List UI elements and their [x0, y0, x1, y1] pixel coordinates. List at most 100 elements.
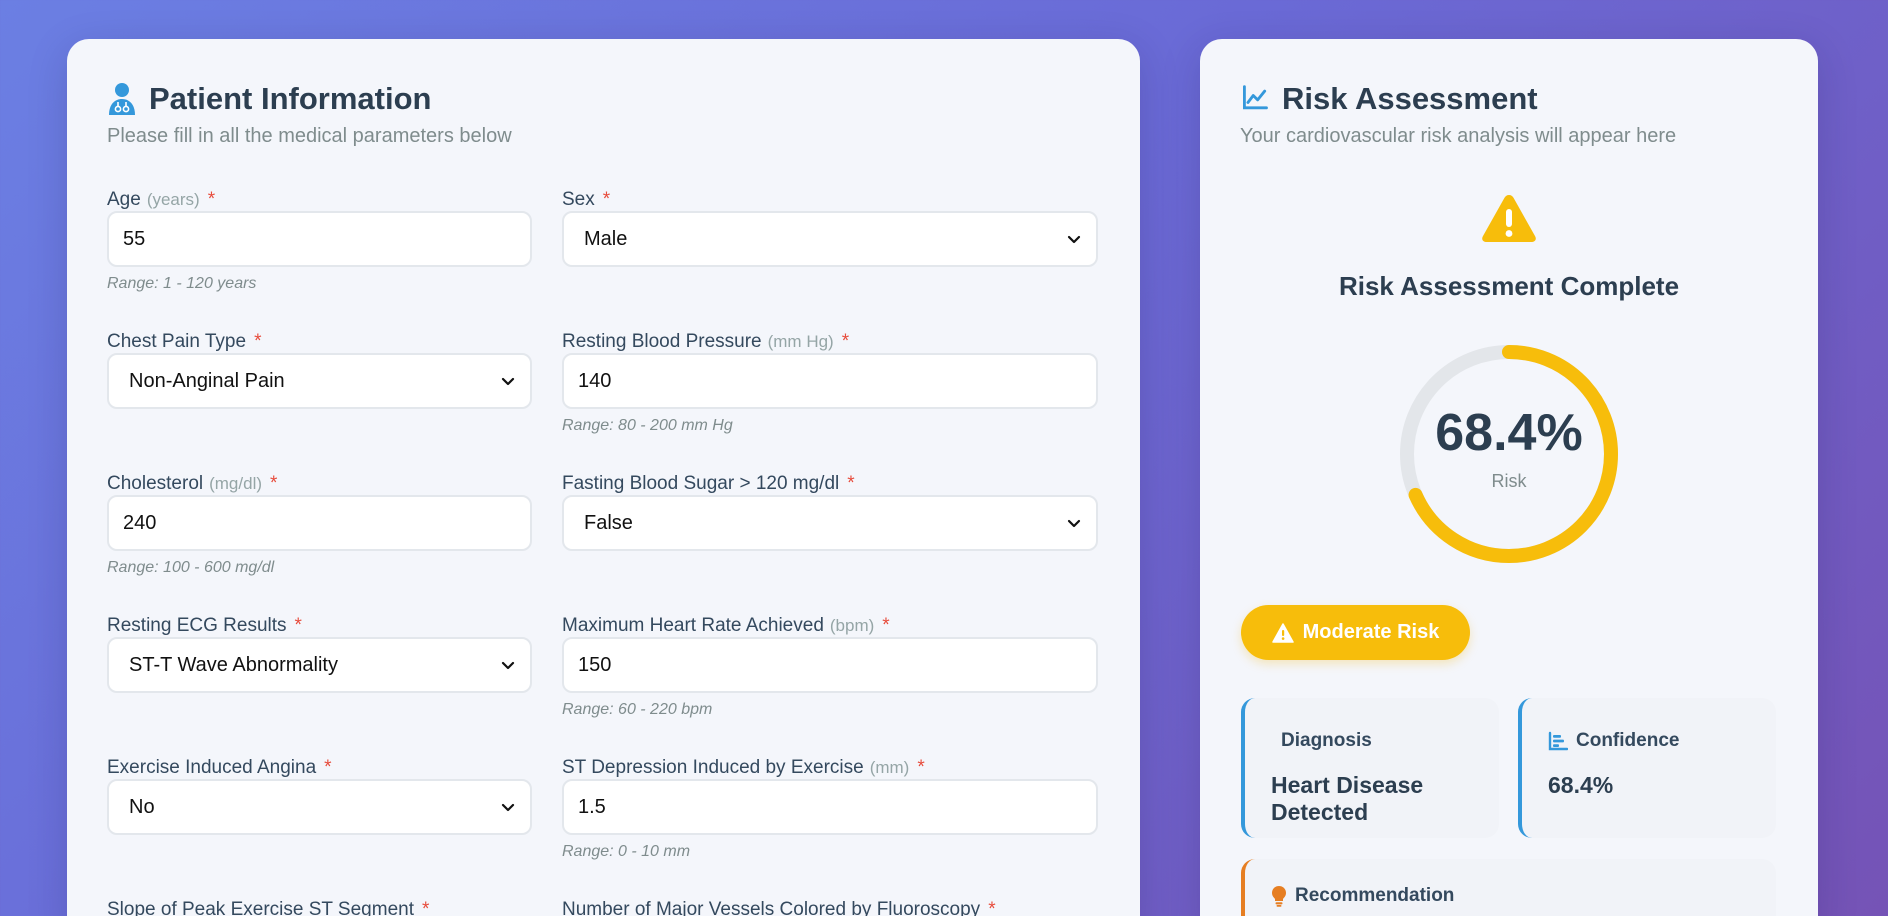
age-label: Age [107, 189, 141, 210]
recommendation-header: Recommendation [1271, 885, 1454, 907]
risk-title: Risk Assessment [1282, 81, 1538, 116]
vessels-field: Number of Major Vessels Colored by Fluor… [562, 899, 1098, 916]
risk-percentage: 68.4% [1435, 404, 1583, 462]
cholesterol-value: 240 [123, 511, 157, 534]
st-depression-hint: Range: 0 - 10 mm [562, 843, 691, 860]
st-depression-input[interactable]: 1.5 [562, 779, 1098, 835]
chest-pain-field: Chest Pain Type * Non-Anginal Pain [107, 331, 532, 409]
required-mark: * [324, 757, 332, 778]
chest-pain-value: Non-Anginal Pain [129, 369, 285, 392]
assessment-complete-title: Risk Assessment Complete [1338, 271, 1680, 301]
st-depression-label: ST Depression Induced by Exercise [562, 757, 864, 778]
slope-label: Slope of Peak Exercise ST Segment [107, 899, 414, 916]
ecg-label: Resting ECG Results [107, 615, 287, 636]
diagnosis-label: Diagnosis [1281, 730, 1372, 751]
resting-bp-field: Resting Blood Pressure (mm Hg) * 140 Range… [562, 331, 1098, 434]
confidence-label: Confidence [1576, 730, 1680, 751]
patient-info-header: Patient Information [107, 81, 431, 117]
confidence-header: Confidence [1548, 730, 1679, 752]
required-mark: * [882, 615, 890, 636]
age-value: 55 [123, 227, 146, 250]
ecg-field: Resting ECG Results * ST-T Wave Abnormali… [107, 615, 532, 693]
warning-icon [1482, 195, 1536, 242]
st-depression-unit: (mm) [869, 758, 910, 777]
st-depression-field: ST Depression Induced by Exercise (mm) * 1… [562, 757, 1098, 860]
angina-field: Exercise Induced Angina * No [107, 757, 532, 835]
chevron-down-icon [501, 803, 515, 812]
max-hr-input[interactable]: 150 [562, 637, 1098, 693]
max-hr-unit: (bpm) [829, 616, 875, 635]
resting-bp-unit: (mm Hg) [767, 332, 834, 351]
cholesterol-hint: Range: 100 - 600 mg/dl [107, 559, 275, 576]
angina-value: No [129, 795, 155, 818]
cholesterol-field: Cholesterol (mg/dl) * 240 Range: 100 - 600… [107, 473, 532, 576]
fbs-label: Fasting Blood Sugar > 120 mg/dl [562, 473, 840, 494]
required-mark: * [988, 899, 996, 916]
ecg-select[interactable]: ST-T Wave Abnormality [107, 637, 532, 693]
required-mark: * [254, 331, 262, 352]
age-input[interactable]: 55 [107, 211, 532, 267]
fbs-value: False [584, 511, 633, 534]
chevron-down-icon [1067, 235, 1081, 244]
angina-label: Exercise Induced Angina [107, 757, 317, 778]
required-mark: * [841, 331, 850, 352]
diagnosis-box: Diagnosis Heart Disease Detected [1241, 698, 1499, 838]
doctor-icon [109, 83, 135, 115]
max-hr-hint: Range: 60 - 220 bpm [562, 701, 713, 718]
sex-label: Sex [562, 189, 595, 210]
risk-caption: Risk [1491, 471, 1527, 491]
chest-pain-label: Chest Pain Type [107, 331, 247, 352]
required-mark: * [847, 473, 855, 494]
age-unit: (years) [146, 190, 200, 209]
cholesterol-label: Cholesterol [107, 473, 204, 494]
recommendation-box: Recommendation [1241, 859, 1776, 916]
risk-assessment-card: Risk Assessment Your cardiovascular risk… [1200, 39, 1818, 916]
age-field: Age (years) * 55 Range: 1 - 120 years [107, 189, 532, 292]
page-subtitle: Please fill in all the medical parameter… [107, 125, 512, 147]
required-mark: * [294, 615, 302, 636]
max-hr-value: 150 [578, 653, 612, 676]
required-mark: * [270, 473, 278, 494]
diagnosis-header: Diagnosis [1271, 730, 1372, 752]
sex-select[interactable]: Male [562, 211, 1098, 267]
cholesterol-input[interactable]: 240 [107, 495, 532, 551]
risk-level-badge[interactable]: Moderate Risk [1241, 605, 1470, 660]
sex-value: Male [584, 227, 628, 250]
warning-icon [1271, 622, 1294, 643]
max-hr-label: Maximum Heart Rate Achieved [562, 615, 824, 636]
risk-subtitle: Your cardiovascular risk analysis will a… [1240, 125, 1677, 147]
cholesterol-unit: (mg/dl) [209, 474, 263, 493]
chest-pain-select[interactable]: Non-Anginal Pain [107, 353, 532, 409]
recommendation-label: Recommendation [1295, 885, 1455, 906]
resting-bp-label: Resting Blood Pressure [562, 331, 762, 352]
chevron-down-icon [501, 661, 515, 670]
chart-line-icon [1243, 85, 1268, 110]
resting-bp-value: 140 [578, 369, 612, 392]
fbs-field: Fasting Blood Sugar > 120 mg/dl * False [562, 473, 1098, 551]
required-mark: * [917, 757, 925, 778]
required-mark: * [602, 189, 611, 210]
ecg-value: ST-T Wave Abnormality [129, 653, 338, 676]
page-title: Patient Information [149, 81, 432, 116]
confidence-value: 68.4% [1548, 772, 1614, 798]
required-mark: * [421, 899, 430, 916]
vessels-label: Number of Major Vessels Colored by Fluor… [562, 899, 981, 916]
lightbulb-icon [1272, 886, 1286, 907]
patient-info-card: Patient Information Please fill in all t… [67, 39, 1140, 916]
diagnosis-value: Heart Disease Detected [1271, 772, 1424, 825]
required-mark: * [207, 189, 216, 210]
chevron-down-icon [501, 377, 515, 386]
bar-chart-icon [1548, 731, 1568, 751]
st-depression-value: 1.5 [578, 795, 606, 818]
risk-level-label: Moderate Risk [1302, 621, 1440, 643]
risk-header: Risk Assessment [1240, 81, 1538, 117]
age-hint: Range: 1 - 120 years [107, 275, 257, 292]
resting-bp-input[interactable]: 140 [562, 353, 1098, 409]
confidence-box: Confidence 68.4% [1518, 698, 1776, 838]
angina-select[interactable]: No [107, 779, 532, 835]
max-hr-field: Maximum Heart Rate Achieved (bpm) * 150 Ra… [562, 615, 1098, 718]
fbs-select[interactable]: False [562, 495, 1098, 551]
slope-field: Slope of Peak Exercise ST Segment * [107, 899, 532, 916]
chevron-down-icon [1067, 519, 1081, 528]
resting-bp-hint: Range: 80 - 200 mm Hg [562, 417, 733, 434]
